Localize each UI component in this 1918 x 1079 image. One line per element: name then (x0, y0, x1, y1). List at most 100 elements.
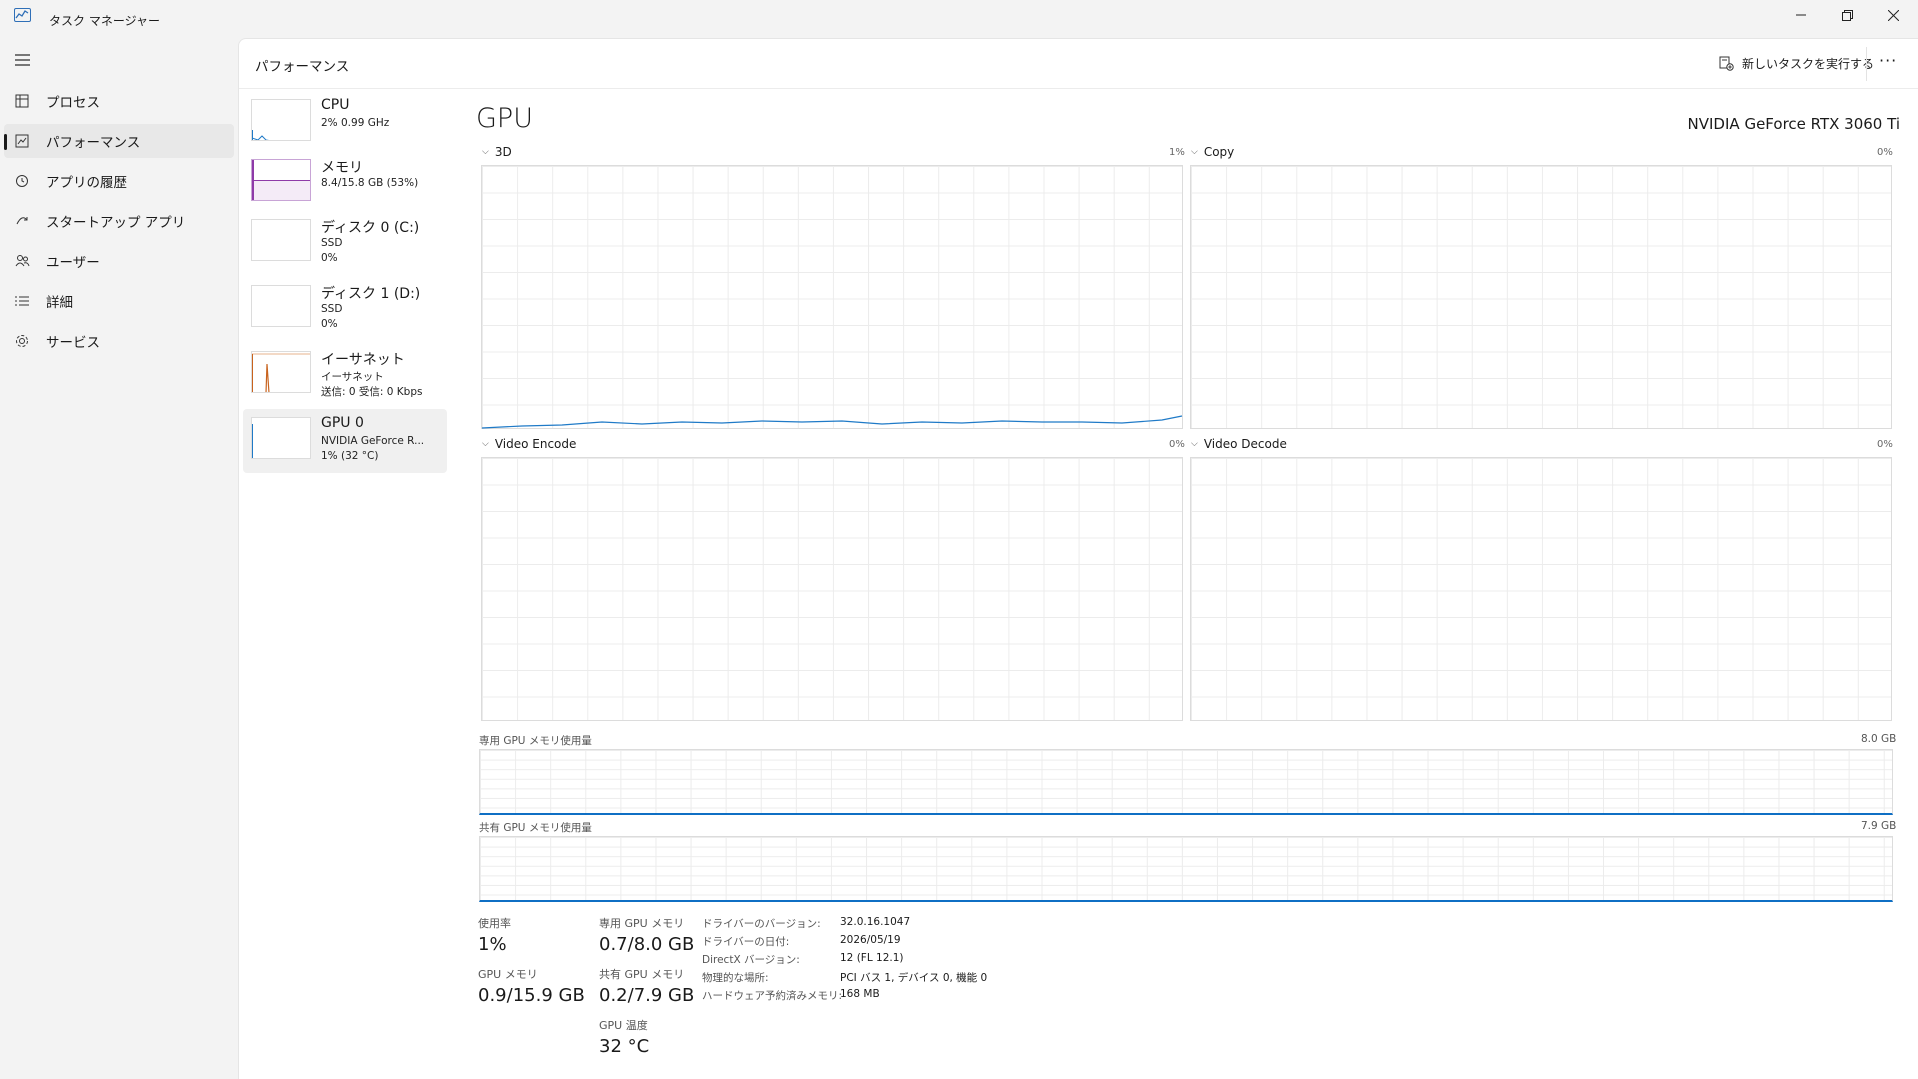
gpu-temperature-value: 32 °C (599, 1036, 650, 1057)
info-key: ドライバーの日付: (702, 936, 790, 948)
resource-detail: SSD (321, 303, 343, 315)
resource-name: ディスク 0 (C:) (321, 220, 420, 236)
resource-name: GPU 0 (321, 415, 364, 431)
main-content: パフォーマンス 新しいタスクを実行する ··· CPU 2% 0.99 GHz … (238, 38, 1918, 1079)
nav-item-processes[interactable]: プロセス (4, 84, 234, 118)
nav-item-details[interactable]: 詳細 (4, 284, 234, 318)
shared-memory-label: 共有 GPU メモリ (599, 968, 685, 981)
nav-item-label: プロセス (46, 95, 100, 111)
shared-memory-graph-label: 共有 GPU メモリ使用量 (479, 822, 592, 834)
disk-0-thumbnail-graph (251, 219, 311, 261)
gpu-model-name: NVIDIA GeForce RTX 3060 Ti (1687, 115, 1900, 133)
chevron-down-icon: ⌵ (482, 147, 489, 157)
info-key: DirectX バージョン: (702, 954, 800, 966)
dedicated-memory-value: 0.7/8.0 GB (599, 934, 695, 955)
nav-item-label: 詳細 (46, 295, 73, 311)
close-button[interactable] (1870, 0, 1916, 30)
engine-graph-copy (1190, 165, 1892, 429)
task-manager-logo-icon (14, 8, 31, 22)
window-title: タスク マネージャー (49, 14, 160, 28)
engine-graph-3d (481, 165, 1183, 429)
processes-icon (14, 93, 30, 109)
resource-detail: NVIDIA GeForce R... (321, 435, 425, 447)
resource-item-memory[interactable]: メモリ 8.4/15.8 GB (53%) (243, 151, 447, 215)
run-new-task-button[interactable]: 新しいタスクを実行する (1719, 53, 1874, 73)
restore-button[interactable] (1824, 0, 1870, 30)
resource-detail: 送信: 0 受信: 0 Kbps (321, 386, 423, 398)
engine-graph-video-decode (1190, 457, 1892, 721)
resource-detail: 2% 0.99 GHz (321, 117, 390, 129)
chevron-down-icon: ⌵ (482, 439, 489, 449)
resource-name: メモリ (321, 160, 363, 176)
resource-item-gpu-0[interactable]: GPU 0 NVIDIA GeForce R... 1% (32 °C) (243, 409, 447, 473)
gpu-temperature-label: GPU 温度 (599, 1019, 648, 1032)
engine-selector-video-encode[interactable]: ⌵ Video Encode (482, 437, 576, 451)
nav-item-app-history[interactable]: アプリの履歴 (4, 164, 234, 198)
navigation-pane: プロセス パフォーマンス アプリの履歴 スタートアップ アプリ ユーザー 詳細 (0, 38, 238, 1079)
minimize-button[interactable] (1778, 0, 1824, 30)
resource-name: イーサネット (321, 352, 405, 368)
engine-label: Video Encode (494, 437, 577, 451)
info-key: 物理的な場所: (702, 972, 769, 984)
gpu-memory-value: 0.9/15.9 GB (478, 985, 585, 1006)
engine-label: 3D (494, 145, 512, 159)
nav-item-performance[interactable]: パフォーマンス (4, 124, 234, 158)
run-new-task-label: 新しいタスクを実行する (1742, 56, 1875, 71)
engine-label: Video Decode (1203, 437, 1287, 451)
nav-item-startup-apps[interactable]: スタートアップ アプリ (4, 204, 234, 238)
info-key: ハードウェア予約済みメモリ: (702, 990, 843, 1002)
engine-max-percent: 0% (1877, 147, 1893, 158)
info-key: ドライバーのバージョン: (702, 918, 821, 930)
startup-icon (14, 213, 30, 229)
resource-item-disk-0[interactable]: ディスク 0 (C:) SSD 0% (243, 211, 447, 275)
gpu-memory-label: GPU メモリ (478, 968, 538, 981)
nav-item-label: サービス (46, 335, 100, 351)
engine-max-percent: 0% (1877, 439, 1893, 450)
hamburger-menu-icon[interactable] (14, 52, 32, 66)
nav-item-label: アプリの履歴 (46, 175, 127, 191)
resource-item-cpu[interactable]: CPU 2% 0.99 GHz (243, 91, 447, 155)
page-title: パフォーマンス (255, 59, 350, 75)
shared-memory-graph-max: 7.9 GB (1861, 820, 1897, 832)
engine-selector-3d[interactable]: ⌵ 3D (482, 145, 512, 159)
dedicated-memory-graph-label: 専用 GPU メモリ使用量 (479, 735, 592, 747)
history-icon (14, 173, 30, 189)
nav-item-label: スタートアップ アプリ (46, 215, 186, 231)
shared-memory-graph (479, 836, 1893, 902)
nav-item-label: パフォーマンス (46, 135, 141, 151)
resource-detail: SSD (321, 237, 343, 249)
disk-1-thumbnail-graph (251, 285, 311, 327)
users-icon (14, 253, 30, 269)
more-options-button[interactable]: ··· (1879, 51, 1897, 70)
dedicated-memory-graph (479, 749, 1893, 815)
details-icon (14, 293, 30, 309)
resource-detail: 0% (321, 318, 338, 330)
dedicated-memory-label: 専用 GPU メモリ (599, 917, 685, 930)
engine-selector-video-decode[interactable]: ⌵ Video Decode (1191, 437, 1287, 451)
resource-item-disk-1[interactable]: ディスク 1 (D:) SSD 0% (243, 277, 447, 341)
chevron-down-icon: ⌵ (1191, 439, 1198, 449)
resource-detail: 1% (32 °C) (321, 450, 379, 462)
memory-thumbnail-graph (251, 159, 311, 201)
engine-max-percent: 0% (1169, 439, 1185, 450)
ethernet-thumbnail-graph (251, 351, 311, 393)
resource-name: ディスク 1 (D:) (321, 286, 421, 302)
engine-selector-copy[interactable]: ⌵ Copy (1191, 145, 1234, 159)
utilization-value: 1% (478, 934, 507, 955)
gpu-0-thumbnail-graph (251, 417, 311, 459)
utilization-label: 使用率 (478, 917, 511, 930)
info-value: PCI バス 1, デバイス 0, 機能 0 (840, 972, 988, 984)
nav-item-services[interactable]: サービス (4, 324, 234, 358)
resource-detail: 8.4/15.8 GB (53%) (321, 177, 419, 189)
page-header: パフォーマンス 新しいタスクを実行する ··· (239, 39, 1918, 89)
engine-max-percent: 1% (1169, 147, 1185, 158)
resource-item-ethernet[interactable]: イーサネット イーサネット 送信: 0 受信: 0 Kbps (243, 343, 447, 407)
resource-detail: 0% (321, 252, 338, 264)
info-value: 32.0.16.1047 (840, 916, 911, 928)
title-bar: タスク マネージャー (0, 0, 1918, 38)
engine-graph-video-encode (481, 457, 1183, 721)
shared-memory-value: 0.2/7.9 GB (599, 985, 695, 1006)
nav-item-users[interactable]: ユーザー (4, 244, 234, 278)
cpu-thumbnail-graph (251, 99, 311, 141)
resource-detail: イーサネット (321, 371, 384, 383)
